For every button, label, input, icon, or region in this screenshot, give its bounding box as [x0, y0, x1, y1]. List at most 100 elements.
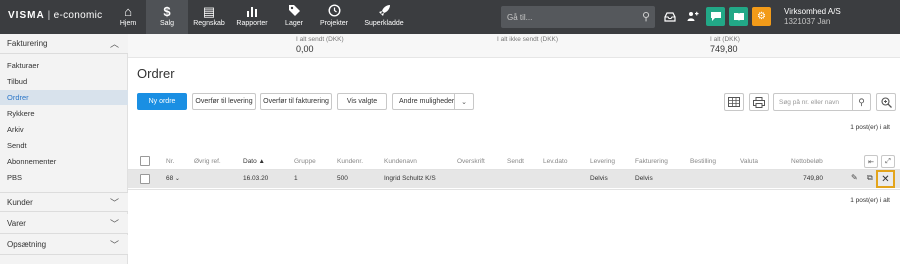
sidebar-section-label: Fakturering [7, 39, 48, 48]
col-header-kundenr[interactable]: Kundenr. [337, 158, 363, 165]
inbox-icon [663, 11, 676, 22]
show-selected-button[interactable]: Vis valgte [337, 93, 387, 110]
divider [128, 189, 900, 190]
cell-nr: 68 ⌄ [166, 175, 180, 182]
company-user: 1321037 Jan [784, 17, 831, 26]
print-button[interactable] [749, 93, 769, 111]
table-header: Nr. Øvrig ref. Dato ▲ Gruppe Kundenr. Ku… [128, 153, 900, 169]
chevron-down-icon[interactable]: ⌄ [173, 176, 180, 182]
nav-label: Projekter [319, 20, 348, 27]
sort-asc-icon: ▲ [256, 158, 265, 165]
table-row[interactable]: 68 ⌄ 16.03.20 1 500 Ingrid Schultz K/S D… [128, 170, 900, 188]
row-checkbox[interactable] [140, 174, 150, 184]
goto-search: ⚲ [501, 6, 655, 28]
nav-label: Lager [285, 20, 303, 27]
order-search-input[interactable] [774, 94, 852, 110]
sidebar-item-sendt[interactable]: Sendt [0, 138, 128, 153]
col-header-levering[interactable]: Levering [590, 158, 615, 165]
sidebar-section-opsaetning[interactable]: Opsætning ﹀ [0, 235, 128, 255]
company-info[interactable]: Virksomhed A/S 1321037 Jan [784, 7, 841, 27]
sidebar-item-pbs[interactable]: PBS [0, 170, 128, 185]
edit-icon[interactable]: ✎ [851, 173, 858, 182]
column-layout-button[interactable] [724, 93, 744, 111]
nav-item-lager[interactable]: Lager [274, 0, 314, 34]
new-order-button[interactable]: Ny ordre [137, 93, 187, 110]
pin-column-icon: ⇤ [868, 158, 874, 166]
settings-button[interactable]: ⚙ [752, 7, 771, 26]
main-nav: ⌂ Hjem $ Salg ▤ Regnskab Rapporter Lager [110, 0, 414, 34]
total-all-label: I alt (DKK) [710, 36, 740, 43]
expand-icon: ⤢ [885, 157, 891, 165]
nav-item-regnskab[interactable]: ▤ Regnskab [188, 0, 230, 34]
record-count-top: 1 post(er) i alt [850, 124, 890, 131]
ledger-icon: ▤ [202, 4, 216, 19]
delete-button[interactable]: ✕ [876, 170, 895, 188]
rocket-icon [378, 4, 391, 19]
goto-search-input[interactable] [501, 6, 633, 28]
col-header-gruppe[interactable]: Gruppe [294, 158, 316, 165]
total-not-sent-label: I alt ikke sendt (DKK) [497, 36, 559, 43]
sidebar-section-fakturering[interactable]: Fakturering ︿ [0, 34, 128, 54]
sidebar-item-rykkere[interactable]: Rykkere [0, 106, 128, 121]
col-header-kundenavn[interactable]: Kundenavn [384, 158, 417, 165]
transfer-delivery-button[interactable]: Overfør til levering [192, 93, 256, 110]
company-name: Virksomhed A/S [784, 7, 841, 16]
col-header-levdato[interactable]: Lev.dato [543, 158, 567, 165]
sidebar-section-kunder[interactable]: Kunder ﹀ [0, 192, 128, 212]
col-header-nr[interactable]: Nr. [166, 158, 174, 165]
sidebar-section-label: Varer [7, 219, 26, 228]
col-header-bestilling[interactable]: Bestilling [690, 158, 716, 165]
copy-icon[interactable]: ⧉ [867, 173, 873, 183]
users-button[interactable] [683, 7, 702, 26]
col-header-overskrift[interactable]: Overskrift [457, 158, 485, 165]
chat-button[interactable] [706, 7, 725, 26]
table-icon [728, 97, 740, 107]
order-search: ⚲ [773, 93, 871, 111]
top-bar: VISMA | e-conomic ⌂ Hjem $ Salg ▤ Regnskab… [0, 0, 900, 34]
sidebar-item-arkiv[interactable]: Arkiv [0, 122, 128, 137]
col-header-dato-label: Dato [243, 158, 257, 165]
chevron-down-icon: ﹀ [109, 198, 119, 208]
sidebar-item-abonnementer[interactable]: Abonnementer [0, 154, 128, 169]
search-icon[interactable]: ⚲ [852, 94, 870, 110]
select-all-checkbox[interactable] [140, 156, 150, 166]
zoom-in-icon [880, 96, 892, 108]
nav-item-salg[interactable]: $ Salg [146, 0, 188, 34]
nav-item-projekter[interactable]: Projekter [314, 0, 354, 34]
col-header-sendt[interactable]: Sendt [507, 158, 524, 165]
clock-icon [327, 4, 341, 19]
app-logo[interactable]: VISMA | e-conomic [8, 10, 102, 21]
home-icon: ⌂ [124, 4, 132, 19]
sidebar-section-label: Kunder [7, 198, 33, 207]
col-header-valuta[interactable]: Valuta [740, 158, 758, 165]
sidebar-item-tilbud[interactable]: Tilbud [0, 74, 128, 89]
col-header-ref[interactable]: Øvrig ref. [194, 158, 221, 165]
zoom-button[interactable] [876, 93, 896, 111]
freeze-columns-button[interactable]: ⇤ [864, 155, 878, 168]
col-header-nettobelob[interactable]: Nettobeløb [791, 158, 823, 165]
gear-icon: ⚙ [757, 11, 766, 22]
sidebar-section-varer[interactable]: Varer ﹀ [0, 214, 128, 234]
transfer-invoicing-button[interactable]: Overfør til fakturering [260, 93, 332, 110]
cell-nettobelob: 749,80 [803, 175, 823, 182]
expand-button[interactable]: ⤢ [881, 155, 895, 168]
total-not-sent: I alt ikke sendt (DKK) [497, 35, 558, 44]
inbox-button[interactable] [660, 7, 679, 26]
cell-dato: 16.03.20 [243, 175, 269, 182]
other-options-dropdown[interactable]: Andre muligheder ⌄ [392, 93, 474, 110]
chevron-down-icon[interactable]: ⌄ [454, 94, 473, 109]
nav-item-hjem[interactable]: ⌂ Hjem [110, 0, 146, 34]
tag-icon [288, 4, 301, 19]
search-icon[interactable]: ⚲ [642, 10, 650, 23]
cell-kundenavn[interactable]: Ingrid Schultz K/S [384, 175, 436, 182]
nav-item-rapporter[interactable]: Rapporter [230, 0, 274, 34]
nav-item-superkladde[interactable]: Superkladde [354, 0, 414, 34]
sidebar-item-fakturaer[interactable]: Fakturaer [0, 58, 128, 73]
col-header-fakturering[interactable]: Fakturering [635, 158, 668, 165]
close-icon: ✕ [881, 173, 890, 185]
help-book-button[interactable] [729, 7, 748, 26]
cell-fakturering: Delvis [635, 175, 653, 182]
sidebar-item-ordrer[interactable]: Ordrer [0, 90, 128, 105]
col-header-dato[interactable]: Dato ▲ [243, 158, 265, 165]
logo-brand: VISMA [8, 10, 45, 21]
